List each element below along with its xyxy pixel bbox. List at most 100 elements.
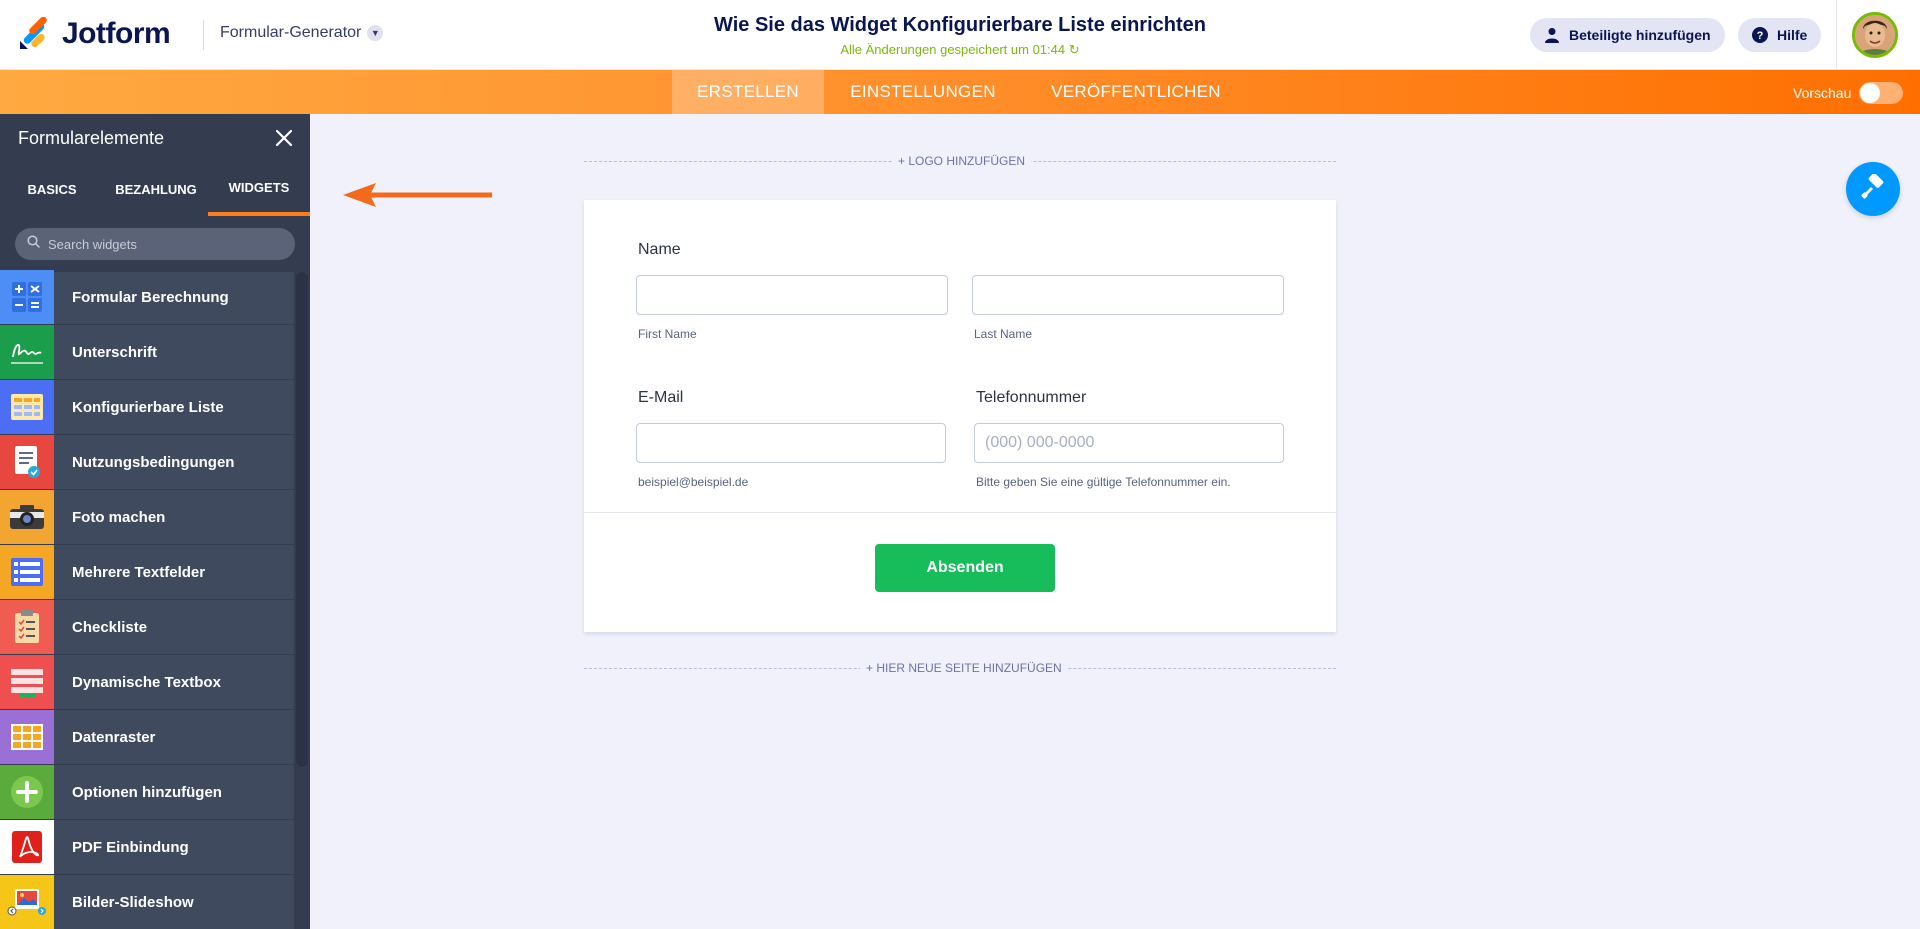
signature-icon bbox=[0, 325, 54, 379]
widget-item-label: Konfigurierbare Liste bbox=[72, 398, 224, 416]
jotform-logo[interactable]: Jotform bbox=[18, 15, 171, 53]
name-label: Name bbox=[638, 241, 681, 258]
annotation-arrow-icon bbox=[340, 180, 492, 215]
help-label: Hilfe bbox=[1777, 27, 1808, 43]
email-field[interactable] bbox=[636, 423, 946, 463]
phone-sublabel: Bitte geben Sie eine gültige Telefonnumm… bbox=[976, 475, 1231, 489]
form-title[interactable]: Wie Sie das Widget Konfigurierbare Liste… bbox=[610, 14, 1310, 37]
widget-item-multiple-textfields[interactable]: Mehrere Textfelder bbox=[0, 545, 294, 600]
saved-status: Alle Änderungen gespeichert um 01:44 ↻ bbox=[610, 42, 1310, 58]
terms-document-icon bbox=[0, 435, 54, 489]
widget-item-label: Unterschrift bbox=[72, 343, 158, 361]
widget-item-label: PDF Einbindung bbox=[72, 838, 189, 856]
top-bar: Jotform Formular-Generator ▼ Wie Sie das… bbox=[0, 0, 1920, 70]
widget-item-checklist[interactable]: Checkliste bbox=[0, 600, 294, 655]
builder-nav-bar: ERSTELLEN EINSTELLUNGEN VERÖFFENTLICHEN … bbox=[0, 70, 1920, 114]
search-icon bbox=[27, 235, 40, 253]
undo-icon[interactable]: ↻ bbox=[1069, 42, 1080, 57]
widget-item-label: Datenraster bbox=[72, 728, 156, 746]
multiple-textfields-icon bbox=[0, 545, 54, 599]
tab-basics[interactable]: BASICS bbox=[0, 162, 104, 216]
tab-widgets[interactable]: WIDGETS bbox=[208, 162, 310, 216]
widget-item-label: Mehrere Textfelder bbox=[72, 563, 206, 581]
preview-toggle[interactable] bbox=[1859, 82, 1904, 104]
widget-item-data-grid[interactable]: Datenraster bbox=[0, 710, 294, 765]
form-title-block: Wie Sie das Widget Konfigurierbare Liste… bbox=[610, 14, 1310, 58]
configurable-list-icon bbox=[0, 380, 54, 434]
widget-item-image-slideshow[interactable]: Bilder-Slideshow bbox=[0, 875, 294, 929]
email-label: E-Mail bbox=[638, 389, 684, 406]
widget-item-add-options[interactable]: Optionen hinzufügen bbox=[0, 765, 294, 820]
panel-tabs: BASICS BEZAHLUNG WIDGETS bbox=[0, 162, 310, 216]
widget-item-signature[interactable]: Unterschrift bbox=[0, 325, 294, 380]
phone-label: Telefonnummer bbox=[976, 389, 1087, 406]
first-name-input[interactable] bbox=[636, 275, 948, 315]
saved-status-text: Alle Änderungen gespeichert um 01:44 bbox=[840, 42, 1066, 57]
dynamic-textbox-icon bbox=[0, 655, 54, 709]
add-logo-button[interactable]: + LOGO HINZUFÜGEN bbox=[892, 154, 1032, 168]
tab-settings[interactable]: EINSTELLUNGEN bbox=[832, 70, 1014, 114]
widget-search-input[interactable] bbox=[48, 236, 278, 252]
help-icon: ? bbox=[1752, 27, 1768, 43]
builder-dropdown-label: Formular-Generator bbox=[220, 24, 362, 41]
widget-item-terms[interactable]: Nutzungsbedingungen bbox=[0, 435, 294, 490]
chevron-down-icon: ▼ bbox=[367, 25, 384, 41]
tab-create[interactable]: ERSTELLEN bbox=[672, 70, 824, 114]
form-elements-panel: Formularelemente BASICS BEZAHLUNG WIDGET… bbox=[0, 114, 310, 929]
widget-item-label: Optionen hinzufügen bbox=[72, 783, 222, 801]
divider bbox=[1836, 0, 1837, 70]
widget-list: Formular Berechnung Unterschrift Konfigu… bbox=[0, 270, 294, 929]
add-collaborators-button[interactable]: Beteiligte hinzufügen bbox=[1530, 18, 1725, 52]
svg-text:?: ? bbox=[1757, 30, 1764, 42]
widget-item-pdf-embed[interactable]: PDF Einbindung bbox=[0, 820, 294, 875]
email-sublabel: beispiel@beispiel.de bbox=[638, 475, 749, 489]
calculator-icon bbox=[0, 270, 54, 324]
first-name-sublabel: First Name bbox=[638, 327, 697, 341]
image-slideshow-icon bbox=[0, 875, 54, 929]
submit-button[interactable]: Absenden bbox=[875, 544, 1055, 592]
camera-icon bbox=[0, 490, 54, 544]
widget-item-label: Dynamische Textbox bbox=[72, 673, 221, 691]
divider bbox=[203, 20, 204, 50]
divider bbox=[584, 512, 1336, 513]
panel-title: Formularelemente bbox=[18, 127, 165, 148]
widget-item-dynamic-textbox[interactable]: Dynamische Textbox bbox=[0, 655, 294, 710]
logo-text: Jotform bbox=[62, 17, 171, 50]
widget-search-wrap bbox=[0, 216, 310, 272]
widget-item-label: Formular Berechnung bbox=[72, 288, 229, 306]
builder-dropdown[interactable]: Formular-Generator ▼ bbox=[220, 24, 384, 42]
help-button[interactable]: ? Hilfe bbox=[1738, 18, 1822, 52]
last-name-input[interactable] bbox=[972, 275, 1284, 315]
add-page-button[interactable]: + HIER NEUE SEITE HINZUFÜGEN bbox=[860, 661, 1068, 675]
data-grid-icon bbox=[0, 710, 54, 764]
widget-search bbox=[15, 228, 295, 260]
paint-roller-icon bbox=[1860, 172, 1886, 205]
scrollbar-thumb[interactable] bbox=[296, 272, 308, 767]
add-options-icon bbox=[0, 765, 54, 819]
add-collaborators-label: Beteiligte hinzufügen bbox=[1569, 27, 1711, 43]
pdf-icon bbox=[0, 820, 54, 874]
widget-item-label: Nutzungsbedingungen bbox=[72, 453, 235, 471]
phone-field[interactable] bbox=[974, 423, 1284, 463]
preview-label: Vorschau bbox=[1793, 85, 1852, 101]
jotform-logo-icon bbox=[18, 16, 52, 51]
widget-item-label: Checkliste bbox=[72, 618, 148, 636]
widget-item-take-photo[interactable]: Foto machen bbox=[0, 490, 294, 545]
avatar[interactable] bbox=[1852, 12, 1898, 58]
widget-item-label: Foto machen bbox=[72, 508, 166, 526]
checklist-icon bbox=[0, 600, 54, 654]
widget-item-configurable-list[interactable]: Konfigurierbare Liste bbox=[0, 380, 294, 435]
form-designer-button[interactable] bbox=[1846, 162, 1900, 216]
widget-item-label: Bilder-Slideshow bbox=[72, 893, 194, 911]
toggle-knob bbox=[1860, 83, 1881, 103]
form-card: Name First Name Last Name E-Mail Telefon… bbox=[584, 200, 1336, 632]
tab-publish[interactable]: VERÖFFENTLICHEN bbox=[1034, 70, 1238, 114]
last-name-sublabel: Last Name bbox=[974, 327, 1033, 341]
panel-header: Formularelemente bbox=[0, 114, 310, 162]
tab-payment[interactable]: BEZAHLUNG bbox=[104, 162, 208, 216]
user-icon bbox=[1544, 27, 1560, 43]
scrollbar[interactable] bbox=[294, 270, 310, 929]
widget-item-form-calculation[interactable]: Formular Berechnung bbox=[0, 270, 294, 325]
preview-control: Vorschau bbox=[1793, 82, 1904, 104]
close-icon[interactable] bbox=[272, 126, 296, 150]
